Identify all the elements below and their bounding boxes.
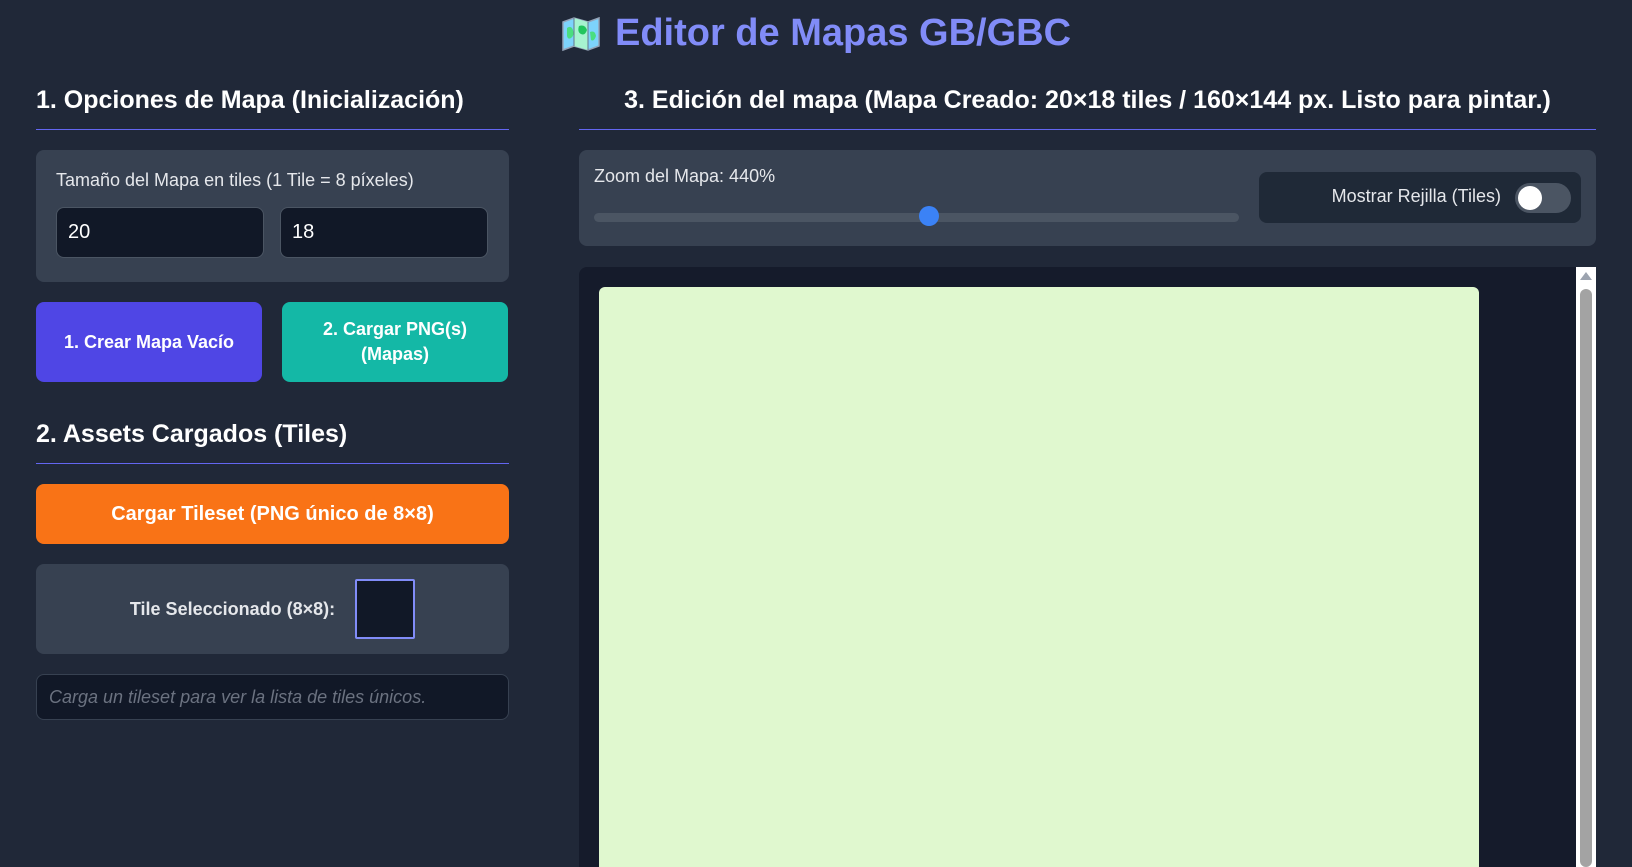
grid-toggle-box: Mostrar Rejilla (Tiles) bbox=[1259, 172, 1581, 223]
map-action-buttons: 1. Crear Mapa Vacío 2. Cargar PNG(s) (Ma… bbox=[36, 302, 509, 382]
load-tileset-button[interactable]: Cargar Tileset (PNG único de 8×8) bbox=[36, 484, 509, 544]
map-height-input[interactable] bbox=[280, 207, 488, 258]
map-size-inputs bbox=[56, 207, 489, 258]
load-png-maps-button[interactable]: 2. Cargar PNG(s) (Mapas) bbox=[282, 302, 508, 382]
map-options-title: 1. Opciones de Mapa (Inicialización) bbox=[36, 86, 509, 130]
zoom-slider-track[interactable] bbox=[594, 213, 1239, 222]
selected-tile-preview bbox=[355, 579, 416, 639]
show-grid-label: Mostrar Rejilla (Tiles) bbox=[1331, 186, 1501, 206]
scroll-up-arrow-icon[interactable] bbox=[1580, 272, 1592, 280]
map-canvas-container bbox=[579, 267, 1596, 867]
zoom-slider-thumb[interactable] bbox=[919, 206, 940, 226]
map-width-input[interactable] bbox=[56, 207, 264, 258]
app-title-text: Editor de Mapas GB/GBC bbox=[614, 12, 1072, 54]
map-canvas[interactable] bbox=[599, 287, 1479, 867]
edit-title: 3. Edición del mapa (Mapa Creado: 20×18 … bbox=[579, 86, 1596, 130]
map-controls-card: Zoom del Mapa: 440% Mostrar Rejilla (Til… bbox=[579, 150, 1596, 246]
map-size-label: Tamaño del Mapa en tiles (1 Tile = 8 píx… bbox=[56, 170, 414, 190]
zoom-label: Zoom del Mapa: 440% bbox=[594, 166, 776, 186]
scrollbar-thumb[interactable] bbox=[1580, 289, 1592, 867]
app-title: Editor de Mapas GB/GBC bbox=[0, 12, 1632, 55]
assets-title: 2. Assets Cargados (Tiles) bbox=[36, 420, 509, 464]
selected-tile-label: Tile Seleccionado (8×8): bbox=[129, 598, 336, 619]
map-icon bbox=[561, 16, 601, 52]
toggle-knob bbox=[1518, 186, 1542, 210]
right-panel: 3. Edición del mapa (Mapa Creado: 20×18 … bbox=[579, 86, 1596, 867]
selected-tile-card: Tile Seleccionado (8×8): bbox=[36, 564, 509, 654]
map-size-card: Tamaño del Mapa en tiles (1 Tile = 8 píx… bbox=[36, 150, 509, 282]
left-panel: 1. Opciones de Mapa (Inicialización) Tam… bbox=[36, 86, 509, 720]
tile-list-hint: Carga un tileset para ver la lista de ti… bbox=[36, 674, 509, 720]
create-empty-map-button[interactable]: 1. Crear Mapa Vacío bbox=[36, 302, 262, 382]
vertical-scrollbar[interactable] bbox=[1576, 267, 1596, 867]
show-grid-toggle[interactable] bbox=[1515, 183, 1571, 213]
